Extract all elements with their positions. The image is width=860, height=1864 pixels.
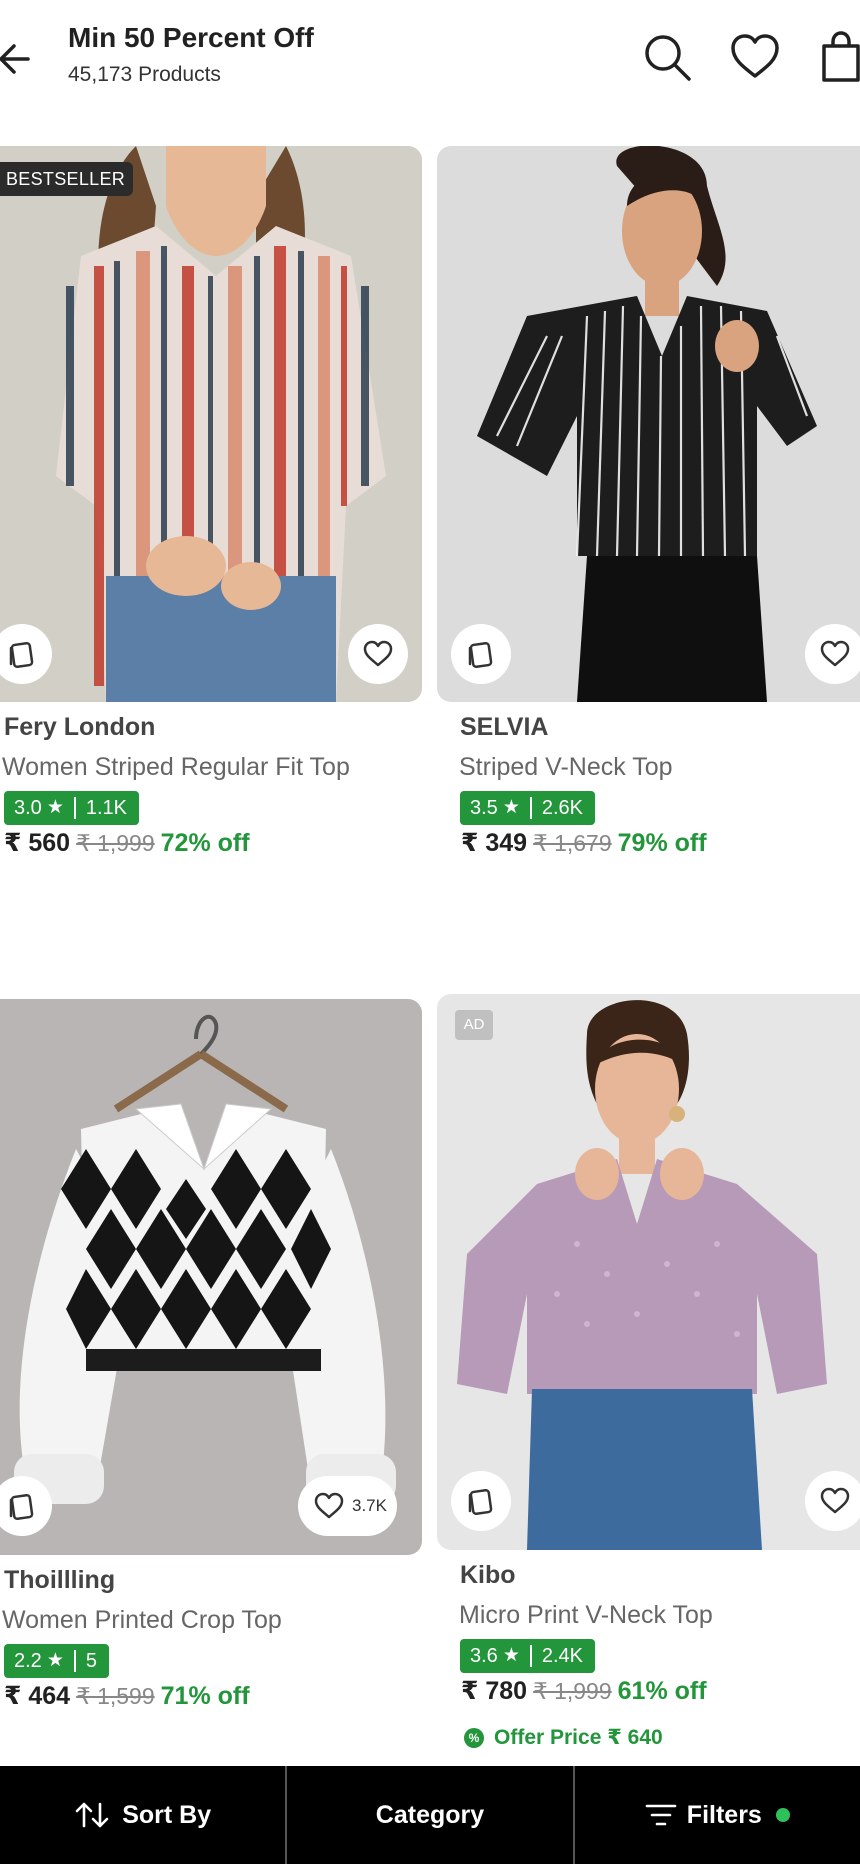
heart-icon (314, 1492, 344, 1519)
discount-percent: 71% off (160, 1682, 250, 1710)
product-image-argyle-crop-top[interactable] (0, 999, 422, 1555)
brand-name: Thoillling (4, 1566, 116, 1594)
brand-name: SELVIA (460, 713, 549, 741)
search-icon[interactable] (640, 30, 694, 84)
rating-value: 2.2 (14, 1650, 42, 1672)
product-image-black-striped-top[interactable] (437, 146, 860, 702)
offer-percent-icon: % (464, 1727, 484, 1748)
page-title: Min 50 Percent Off (68, 22, 314, 53)
rating-count: 2.6K (541, 797, 584, 819)
selling-price: ₹ 464 (4, 1682, 71, 1710)
similar-products-button[interactable] (451, 1471, 511, 1531)
filters-button[interactable]: Filters (575, 1766, 860, 1864)
product-name: Women Printed Crop Top (2, 1606, 282, 1634)
original-price: ₹ 1,599 (76, 1683, 155, 1709)
back-arrow-icon[interactable] (0, 36, 36, 82)
shopping-bag-icon[interactable] (818, 30, 860, 84)
rating-divider (73, 797, 76, 819)
rating-divider (529, 797, 532, 819)
sort-by-button[interactable]: Sort By (0, 1766, 285, 1864)
wishlist-heart-icon[interactable] (728, 30, 782, 84)
similar-products-button[interactable] (451, 624, 511, 684)
star-icon: ★ (502, 1645, 520, 1666)
product-name: Micro Print V-Neck Top (459, 1601, 713, 1629)
original-price: ₹ 1,999 (76, 830, 155, 856)
star-icon: ★ (502, 797, 520, 818)
product-name: Women Striped Regular Fit Top (2, 753, 350, 781)
selling-price: ₹ 780 (461, 1677, 528, 1705)
rating-badge: 3.6 ★ 2.4K (460, 1639, 596, 1673)
product-image-mauve-vneck-top[interactable] (437, 994, 860, 1550)
product-name: Striped V-Neck Top (459, 753, 673, 781)
wishlist-button[interactable] (805, 1471, 860, 1531)
offer-price-text: Offer Price ₹ 640 (494, 1726, 663, 1749)
top-app-bar: Min 50 Percent Off 45,173 Products (0, 0, 860, 120)
category-label: Category (375, 1800, 485, 1829)
category-button[interactable]: Category (287, 1766, 572, 1864)
discount-percent: 61% off (617, 1677, 707, 1705)
price-row: ₹ 349 ₹ 1,679 79% off (461, 828, 707, 858)
bestseller-badge: BESTSELLER (0, 162, 134, 196)
wishlist-button[interactable] (805, 624, 860, 684)
brand-name: Fery London (4, 713, 156, 741)
price-row: ₹ 780 ₹ 1,999 61% off (461, 1676, 707, 1706)
rating-value: 3.0 (14, 797, 42, 819)
rating-badge: 2.2 ★ 5 (4, 1644, 109, 1678)
filters-label: Filters (686, 1800, 762, 1829)
filters-active-dot (775, 1808, 790, 1822)
rating-value: 3.5 (470, 797, 498, 819)
wishlist-count-button[interactable]: 3.7K (298, 1476, 397, 1536)
product-image-striped-shirt[interactable] (0, 146, 422, 702)
wishlist-button[interactable] (348, 624, 408, 684)
rating-badge: 3.0 ★ 1.1K (4, 791, 140, 825)
star-icon: ★ (46, 1650, 64, 1671)
rating-count: 1.1K (85, 797, 128, 819)
discount-percent: 72% off (160, 829, 250, 857)
ad-label: AD (455, 1010, 493, 1040)
filter-lines-icon (645, 1804, 677, 1826)
selling-price: ₹ 560 (4, 829, 71, 857)
rating-badge: 3.5 ★ 2.6K (460, 791, 596, 825)
price-row: ₹ 464 ₹ 1,599 71% off (4, 1681, 250, 1711)
sort-arrows-icon (75, 1802, 109, 1828)
rating-value: 3.6 (470, 1645, 498, 1667)
rating-count: 5 (85, 1650, 97, 1672)
wishlist-count: 3.7K (352, 1496, 387, 1515)
original-price: ₹ 1,999 (533, 1678, 612, 1704)
original-price: ₹ 1,679 (533, 830, 612, 856)
bottom-action-bar: Sort By Category Filters (0, 1766, 860, 1864)
brand-name: Kibo (460, 1561, 516, 1589)
price-row: ₹ 560 ₹ 1,999 72% off (4, 828, 250, 858)
product-count: 45,173 Products (68, 63, 221, 86)
discount-percent: 79% off (617, 829, 707, 857)
offer-price: % Offer Price ₹ 640 (464, 1725, 663, 1750)
rating-divider (73, 1650, 76, 1672)
sort-by-label: Sort By (122, 1800, 212, 1829)
rating-count: 2.4K (541, 1645, 584, 1667)
rating-divider (529, 1645, 532, 1667)
star-icon: ★ (46, 797, 64, 818)
selling-price: ₹ 349 (461, 829, 528, 857)
